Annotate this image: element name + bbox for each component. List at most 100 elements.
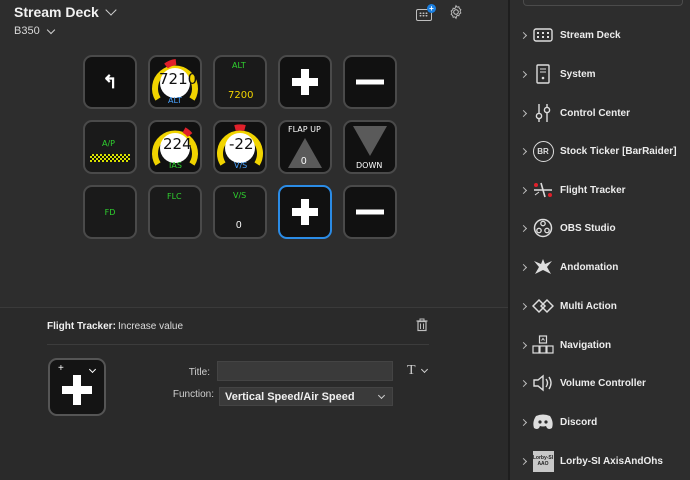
ias-gauge-label: IAS <box>169 161 182 170</box>
search-input[interactable] <box>523 0 683 6</box>
alt-readout-key[interactable]: ALT 7200 <box>213 55 267 109</box>
vs-readout-value: 0 <box>236 220 242 231</box>
andomation-icon <box>532 256 554 278</box>
flap-down-key[interactable]: DOWN <box>343 120 397 174</box>
alt-gauge-key[interactable]: 7210 ALT <box>148 55 202 109</box>
flc-key[interactable]: FLC <box>148 185 202 239</box>
chevron-right-icon <box>519 341 528 349</box>
function-value: Vertical Speed/Air Speed <box>225 391 355 403</box>
vs-gauge-key[interactable]: -22 V/S <box>213 120 267 174</box>
sidebar-item-flight-tracker[interactable]: Flight Tracker <box>510 171 690 209</box>
sidebar-item-lorby[interactable]: Lorby-SI AAO Lorby-SI AxisAndOhs <box>510 442 690 480</box>
action-list-sidebar: Stream Deck System Control Center BR Sto… <box>510 0 690 480</box>
main-area: Stream Deck B350 + ↰ 7210 ALT ALT 7200 A… <box>0 0 508 480</box>
action-name: Increase value <box>118 321 184 332</box>
lorby-badge-bottom: AAO <box>537 461 549 467</box>
stock-ticker-icon: BR <box>532 140 554 162</box>
chevron-right-icon <box>519 302 528 310</box>
stream-deck-app: Stream Deck B350 + ↰ 7210 ALT ALT 7200 A… <box>0 0 690 480</box>
chevron-right-icon <box>519 418 528 426</box>
minus-icon <box>356 79 384 85</box>
vs-gauge-label: V/S <box>234 161 248 170</box>
sidebar-item-control-center[interactable]: Control Center <box>510 94 690 132</box>
system-icon <box>532 63 554 85</box>
chevron-down-icon <box>88 365 97 374</box>
function-label: Function: <box>172 389 214 400</box>
device-header: Stream Deck <box>14 4 117 20</box>
chevron-right-icon <box>519 457 528 465</box>
key-grid: ↰ 7210 ALT ALT 7200 A/P 224 IAS -22 V/S … <box>83 55 397 239</box>
flap-up-value: 0 <box>301 156 307 167</box>
sidebar-item-label: Navigation <box>560 339 612 351</box>
increase-key[interactable] <box>278 55 332 109</box>
sidebar-item-label: OBS Studio <box>560 222 616 234</box>
plus-icon-vertical <box>301 199 309 225</box>
lorby-icon: Lorby-SI AAO <box>532 450 554 472</box>
sidebar-item-obs-studio[interactable]: OBS Studio <box>510 209 690 247</box>
back-arrow-icon: ↰ <box>102 71 118 92</box>
sidebar-item-label: Stock Ticker [BarRaider] <box>560 145 677 157</box>
title-label: Title: <box>188 367 210 378</box>
multi-action-icon <box>532 295 554 317</box>
sidebar-item-navigation[interactable]: Navigation <box>510 326 690 364</box>
title-input[interactable] <box>217 361 393 381</box>
chevron-down-icon <box>46 25 55 34</box>
plus-icon-vertical <box>73 374 81 405</box>
function-select[interactable]: Vertical Speed/Air Speed <box>219 387 393 406</box>
profile-selector[interactable]: B350 <box>14 25 55 37</box>
volume-controller-icon <box>532 372 554 394</box>
fd-key[interactable]: FD <box>83 185 137 239</box>
decrease-key[interactable] <box>343 55 397 109</box>
alt-readout-title: ALT <box>232 61 246 70</box>
profile-name: B350 <box>14 25 40 37</box>
sidebar-item-discord[interactable]: Discord <box>510 403 690 441</box>
ias-gauge-key[interactable]: 224 IAS <box>148 120 202 174</box>
vs-gauge-value: -22 <box>229 135 254 153</box>
sidebar-item-label: System <box>560 68 596 80</box>
add-badge: + <box>427 4 436 13</box>
sidebar-item-stream-deck[interactable]: Stream Deck <box>510 16 690 54</box>
autopilot-key[interactable]: A/P <box>83 120 137 174</box>
text-format-icon[interactable]: T <box>407 363 416 379</box>
flap-down-label: DOWN <box>356 161 383 170</box>
sidebar-item-andomation[interactable]: Andomation <box>510 248 690 286</box>
add-icon: + <box>58 363 64 374</box>
arrow-down-icon <box>353 126 387 156</box>
control-center-icon <box>532 102 554 124</box>
stream-deck-icon <box>532 24 554 46</box>
flap-up-key[interactable]: FLAP UP 0 <box>278 120 332 174</box>
autopilot-label: A/P <box>102 139 115 148</box>
sidebar-item-label: Volume Controller <box>560 377 646 389</box>
chevron-down-icon <box>377 391 386 400</box>
plugin-name: Flight Tracker: <box>47 321 116 332</box>
top-toolbar: + <box>416 3 464 21</box>
sidebar-item-volume-controller[interactable]: Volume Controller <box>510 364 690 402</box>
gear-icon[interactable] <box>448 4 464 20</box>
sidebar-item-multi-action[interactable]: Multi Action <box>510 287 690 325</box>
minus-icon <box>356 209 384 215</box>
alt-gauge-value: 7210 <box>159 70 198 88</box>
ias-gauge-value: 224 <box>163 135 192 153</box>
chevron-right-icon <box>519 379 528 387</box>
trash-icon[interactable] <box>415 318 429 332</box>
increase-key-selected[interactable] <box>278 185 332 239</box>
device-name: Stream Deck <box>14 4 99 20</box>
sidebar-item-stock-ticker[interactable]: BR Stock Ticker [BarRaider] <box>510 132 690 170</box>
device-selector[interactable]: Stream Deck <box>14 4 117 20</box>
key-preview[interactable]: + <box>48 358 106 416</box>
sidebar-item-system[interactable]: System <box>510 55 690 93</box>
decrease-key-2[interactable] <box>343 185 397 239</box>
stock-ticker-badge: BR <box>532 140 554 162</box>
alt-gauge-label: ALT <box>168 96 182 105</box>
navigation-icon <box>532 334 554 356</box>
sidebar-item-label: Andomation <box>560 261 619 273</box>
sidebar-item-label: Discord <box>560 416 598 428</box>
vs-readout-key[interactable]: V/S 0 <box>213 185 267 239</box>
fd-label: FD <box>104 207 116 217</box>
chevron-down-icon <box>105 4 117 16</box>
vs-readout-title: V/S <box>233 191 247 200</box>
keyboard-icon[interactable]: + <box>416 4 436 21</box>
chevron-right-icon <box>519 224 528 232</box>
sidebar-item-label: Flight Tracker <box>560 184 626 196</box>
back-key[interactable]: ↰ <box>83 55 137 109</box>
